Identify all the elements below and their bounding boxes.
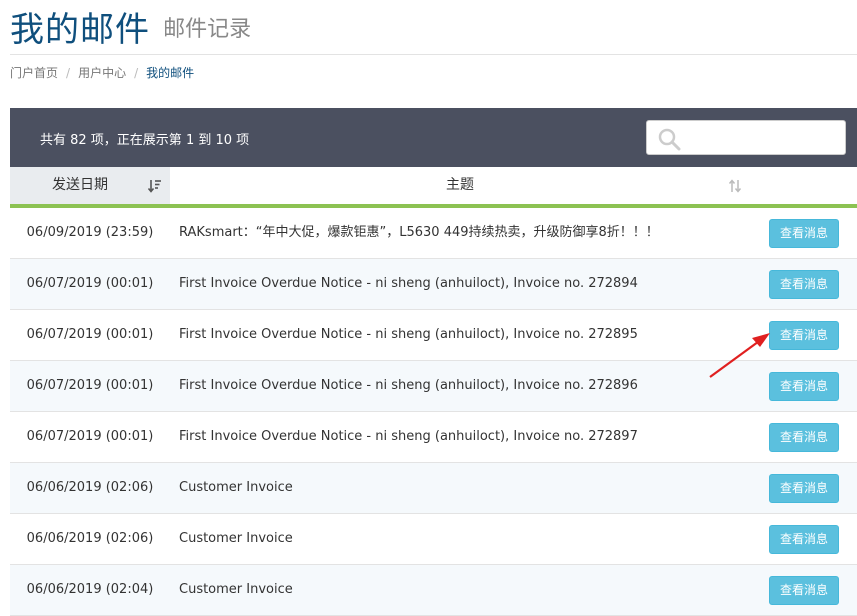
breadcrumb: 门户首页 / 用户中心 / 我的邮件 [10,64,194,81]
annotation-arrow-icon [709,333,770,378]
column-header-subject[interactable]: 主题 [170,167,750,204]
row-subject: First Invoice Overdue Notice - ni sheng … [179,276,638,291]
table-header: 发送日期 主题 [10,167,857,208]
table-row: 06/09/2019 (23:59) RAKsmart：“年中大促，爆款钜惠”，… [10,208,857,259]
page-subtitle: 邮件记录 [163,17,252,42]
table-toolbar: 共有 82 项，正在展示第 1 到 10 项 [10,108,857,167]
row-subject: First Invoice Overdue Notice - ni sheng … [179,378,638,393]
table-body: 06/09/2019 (23:59) RAKsmart：“年中大促，爆款钜惠”，… [10,208,857,616]
table-row: 06/06/2019 (02:06) Customer Invoice 查看消息 [10,514,857,565]
table-row: 06/07/2019 (00:01) First Invoice Overdue… [10,412,857,463]
breadcrumb-home[interactable]: 门户首页 [10,66,58,80]
page-title: 我的邮件 [10,10,150,50]
row-date: 06/06/2019 (02:04) [26,582,154,597]
view-message-button[interactable]: 查看消息 [769,423,839,452]
table-row: 06/06/2019 (02:04) Customer Invoice 查看消息 [10,565,857,616]
row-subject: First Invoice Overdue Notice - ni sheng … [179,429,638,444]
breadcrumb-current: 我的邮件 [146,66,195,80]
breadcrumb-separator: / [66,66,71,80]
row-date: 06/09/2019 (23:59) [26,225,154,240]
view-message-button[interactable]: 查看消息 [769,525,839,554]
sort-toggle-icon[interactable] [728,179,742,193]
row-date: 06/07/2019 (00:01) [26,429,154,444]
row-date: 06/06/2019 (02:06) [26,531,154,546]
row-subject: RAKsmart：“年中大促，爆款钜惠”，L5630 449持续热卖，升级防御享… [179,225,659,240]
view-message-button[interactable]: 查看消息 [769,270,839,299]
row-date: 06/06/2019 (02:06) [26,480,154,495]
row-date: 06/07/2019 (00:01) [26,327,154,342]
table-row: 06/07/2019 (00:01) First Invoice Overdue… [10,259,857,310]
row-subject: Customer Invoice [179,582,293,597]
page-header: 我的邮件 邮件记录 [10,8,857,55]
table-row: 06/06/2019 (02:06) Customer Invoice 查看消息 [10,463,857,514]
pagination-info: 共有 82 项，正在展示第 1 到 10 项 [40,133,250,148]
row-date: 06/07/2019 (00:01) [26,276,154,291]
row-subject: Customer Invoice [179,531,293,546]
column-header-date-label: 发送日期 [52,177,108,193]
row-subject: First Invoice Overdue Notice - ni sheng … [179,327,638,342]
row-subject: Customer Invoice [179,480,293,495]
view-message-button[interactable]: 查看消息 [769,576,839,605]
search-box[interactable] [646,120,846,155]
search-input[interactable] [687,125,837,151]
column-header-date[interactable]: 发送日期 [10,167,170,204]
breadcrumb-separator: / [134,66,139,80]
sort-desc-icon[interactable] [148,179,162,193]
view-message-button[interactable]: 查看消息 [769,474,839,503]
search-icon [658,128,681,151]
view-message-button[interactable]: 查看消息 [769,219,839,248]
column-header-subject-label: 主题 [446,177,474,193]
breadcrumb-user-center[interactable]: 用户中心 [78,66,126,80]
row-date: 06/07/2019 (00:01) [26,378,154,393]
